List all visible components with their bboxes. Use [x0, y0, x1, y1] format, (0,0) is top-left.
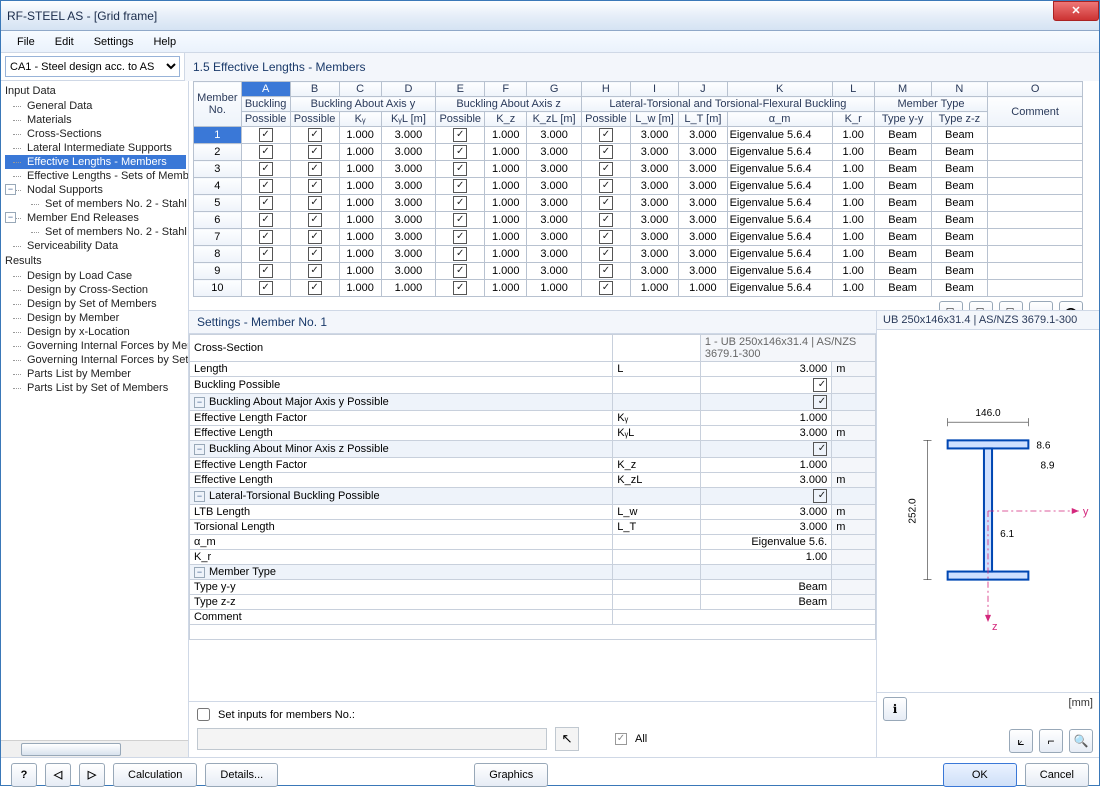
tree-item[interactable]: General Data	[5, 99, 186, 113]
preview-tool-2[interactable]: ⌐	[1039, 729, 1063, 753]
next-button[interactable]: ▷	[79, 763, 105, 787]
tree-item[interactable]: −Nodal Supports	[5, 183, 186, 197]
tree-item[interactable]: −Member End Releases	[5, 211, 186, 225]
help-button[interactable]: ?	[11, 763, 37, 787]
tree-item[interactable]: Materials	[5, 113, 186, 127]
menu-settings[interactable]: Settings	[86, 34, 142, 50]
tree-item[interactable]: Design by Member	[5, 311, 186, 325]
tree-item[interactable]: Set of members No. 2 - Stahl	[5, 197, 186, 211]
cross-section-preview: 146.0 252.0 8.6 8.9 6.1 y z	[877, 330, 1099, 692]
cancel-button[interactable]: Cancel	[1025, 763, 1089, 787]
tree-item[interactable]: Set of members No. 2 - Stahl	[5, 225, 186, 239]
tree-item[interactable]: Governing Internal Forces by Member	[5, 339, 186, 353]
tree-item[interactable]: Serviceability Data	[5, 239, 186, 253]
menu-file[interactable]: File	[9, 34, 43, 50]
calculation-button[interactable]: Calculation	[113, 763, 197, 787]
menubar: File Edit Settings Help	[1, 31, 1099, 53]
close-button[interactable]: ✕	[1053, 1, 1099, 21]
all-check[interactable]: ✓	[615, 733, 627, 745]
prev-button[interactable]: ◁	[45, 763, 71, 787]
tree-item[interactable]: Design by Load Case	[5, 269, 186, 283]
tree-item[interactable]: Cross-Sections	[5, 127, 186, 141]
menu-help[interactable]: Help	[145, 34, 184, 50]
ok-button[interactable]: OK	[943, 763, 1017, 787]
grid-tool-1[interactable]: ⎘	[939, 301, 963, 311]
pick-members-button[interactable]: ↖	[555, 727, 579, 751]
svg-text:6.1: 6.1	[1000, 529, 1014, 540]
set-inputs-field[interactable]	[197, 728, 547, 750]
graphics-button[interactable]: Graphics	[474, 763, 548, 787]
preview-tool-3[interactable]: 🔍	[1069, 729, 1093, 753]
tree-item[interactable]: Effective Lengths - Sets of Members	[5, 169, 186, 183]
toolbar: CA1 - Steel design acc. to AS 1.5 Effect…	[1, 53, 1099, 81]
grid-tool-2[interactable]: ⎘	[969, 301, 993, 311]
svg-text:y: y	[1083, 506, 1089, 518]
tree-item[interactable]: Effective Lengths - Members	[5, 155, 186, 169]
preview-tool-1[interactable]: ⟀	[1009, 729, 1033, 753]
svg-text:z: z	[992, 621, 998, 633]
grid-tool-pick[interactable]: ↖	[1029, 301, 1053, 311]
case-selector[interactable]: CA1 - Steel design acc. to AS	[5, 56, 180, 77]
svg-text:146.0: 146.0	[975, 408, 1001, 419]
content-title: 1.5 Effective Lengths - Members	[184, 53, 1099, 81]
titlebar: RF-STEEL AS - [Grid frame] ✕	[1, 1, 1099, 31]
tree-item[interactable]: Lateral Intermediate Supports	[5, 141, 186, 155]
members-grid[interactable]: MemberNo.ABCDEFGHIJKLMNOBucklingBuckling…	[193, 81, 1083, 297]
grid-tool-3[interactable]: ⎘	[999, 301, 1023, 311]
svg-text:252.0: 252.0	[907, 498, 918, 524]
tree-item[interactable]: Governing Internal Forces by Set	[5, 353, 186, 367]
sidebar: Input DataGeneral DataMaterialsCross-Sec…	[1, 81, 189, 757]
settings-title: Settings - Member No. 1	[189, 311, 876, 334]
tree-item[interactable]: Input Data	[5, 83, 186, 99]
info-button[interactable]: ℹ	[883, 697, 907, 721]
tree-item[interactable]: Design by Cross-Section	[5, 283, 186, 297]
tree-item[interactable]: Design by Set of Members	[5, 297, 186, 311]
tree-item[interactable]: Design by x-Location	[5, 325, 186, 339]
menu-edit[interactable]: Edit	[47, 34, 82, 50]
sidebar-scrollbar[interactable]	[1, 740, 188, 757]
window-title: RF-STEEL AS - [Grid frame]	[7, 9, 157, 23]
tree-item[interactable]: Parts List by Member	[5, 367, 186, 381]
set-inputs-label: Set inputs for members No.:	[218, 709, 355, 721]
preview-title: UB 250x146x31.4 | AS/NZS 3679.1-300	[877, 311, 1099, 330]
preview-pane: UB 250x146x31.4 | AS/NZS 3679.1-300 146.…	[877, 311, 1099, 757]
preview-unit: [mm]	[1069, 697, 1093, 721]
tree-item[interactable]: Parts List by Set of Members	[5, 381, 186, 395]
svg-text:8.9: 8.9	[1040, 461, 1054, 472]
settings-table[interactable]: Cross-Section1 - UB 250x146x31.4 | AS/NZ…	[189, 334, 876, 640]
tree-item[interactable]: Results	[5, 253, 186, 269]
details-button[interactable]: Details...	[205, 763, 278, 787]
all-label: All	[635, 733, 647, 745]
svg-text:8.6: 8.6	[1036, 440, 1050, 451]
set-inputs-check[interactable]	[197, 708, 210, 721]
grid-tool-view[interactable]: 👁	[1059, 301, 1083, 311]
